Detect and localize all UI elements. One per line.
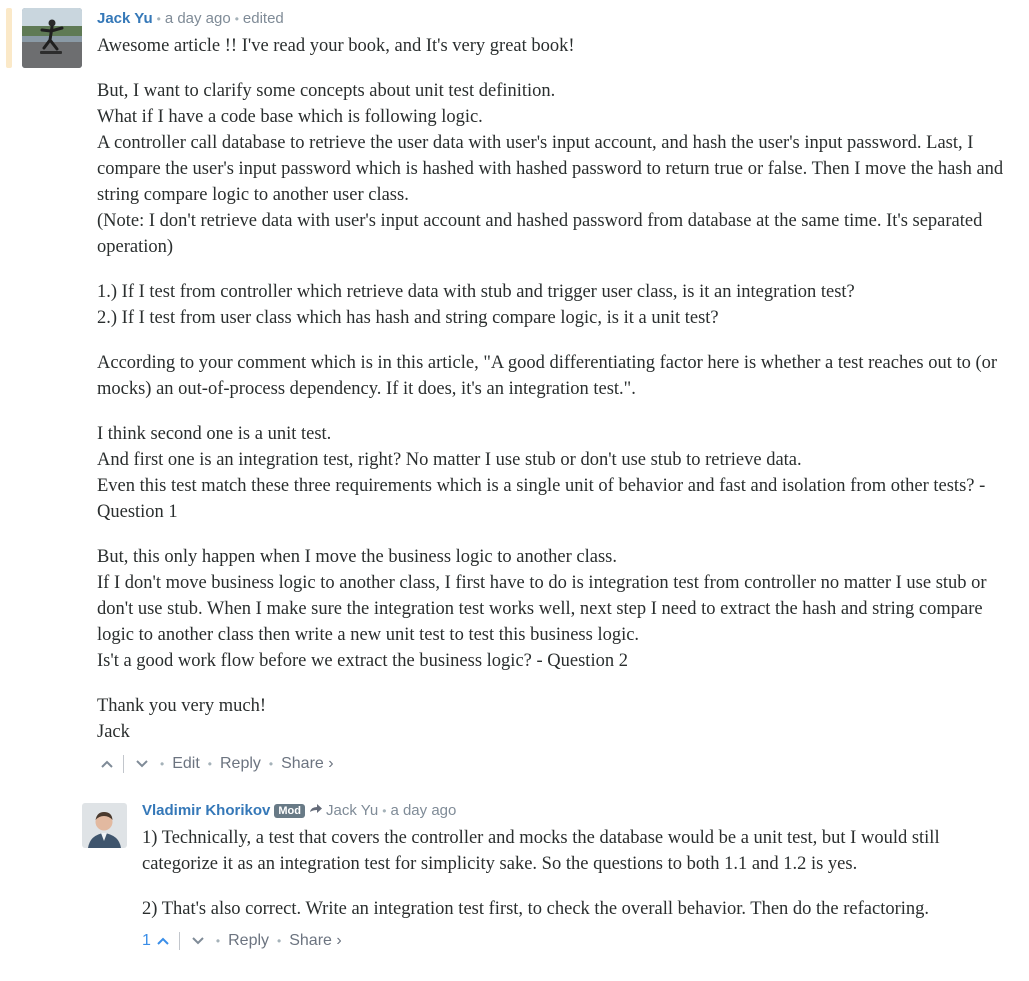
comment-jack-yu: Jack Yu • a day ago • edited Awesome article… (0, 0, 1029, 777)
reply-to-user[interactable]: Jack Yu (326, 802, 378, 819)
share-button[interactable]: Share › (289, 930, 341, 952)
chevron-up-icon (101, 760, 113, 768)
comment-paragraph: But, I want to clarify some concepts abo… (97, 81, 1004, 257)
separator-dot: • (234, 12, 239, 26)
reply-button[interactable]: Reply (220, 753, 261, 775)
new-comment-highlight (6, 8, 12, 68)
separator-dot: • (160, 757, 165, 771)
separator-dot: • (382, 804, 387, 818)
upvote-button[interactable] (153, 936, 173, 946)
reply-author[interactable]: Vladimir Khorikov (142, 802, 270, 819)
reply-paragraph: 2) That's also correct. Write an integra… (142, 899, 930, 919)
mod-badge: Mod (274, 804, 305, 818)
reply-body: 1) Technically, a test that covers the c… (142, 825, 1012, 922)
comment-timestamp[interactable]: a day ago (165, 10, 231, 27)
downvote-button[interactable] (188, 936, 208, 946)
separator-dot: • (156, 12, 161, 26)
comment-meta: Jack Yu • a day ago • edited (97, 9, 1029, 29)
vote-divider (178, 932, 180, 950)
chevron-up-icon (157, 937, 169, 945)
separator-dot: • (207, 757, 212, 771)
reply-arrow-icon (309, 802, 323, 819)
comment-paragraph: According to your comment which is in th… (97, 353, 998, 399)
vote-divider (123, 755, 124, 773)
reply-vladimir-khorikov: Vladimir Khorikov Mod Jack Yu • a day ago 1)… (82, 801, 1022, 954)
share-button[interactable]: Share › (281, 753, 333, 775)
edited-label: edited (242, 10, 284, 27)
upvote-button[interactable] (97, 759, 117, 769)
chevron-down-icon (136, 760, 148, 768)
upvote-count: 1 (142, 932, 151, 949)
reply-meta: Vladimir Khorikov Mod Jack Yu • a day ago (142, 801, 1022, 821)
downvote-button[interactable] (132, 759, 152, 769)
comment-paragraph: Thank you very much! Jack (97, 696, 267, 742)
edit-button[interactable]: Edit (172, 753, 200, 775)
avatar[interactable] (82, 803, 127, 848)
reply-actions: 1 • Reply • Share › (142, 928, 1022, 954)
comment-paragraph: Awesome article !! I've read your book, … (97, 36, 575, 56)
separator-dot: • (268, 757, 274, 771)
reply-paragraph: 1) Technically, a test that covers the c… (142, 828, 940, 874)
comment-thread: Jack Yu • a day ago • edited Awesome article… (0, 0, 1029, 950)
reply-button[interactable]: Reply (228, 930, 269, 952)
chevron-down-icon (192, 937, 204, 945)
comment-author[interactable]: Jack Yu (97, 10, 153, 27)
comment-actions: • Edit • Reply • Share › (97, 751, 1029, 777)
avatar[interactable] (22, 8, 82, 68)
separator-dot: • (215, 934, 221, 948)
comment-paragraph: But, this only happen when I move the bu… (97, 547, 987, 671)
reply-timestamp[interactable]: a day ago (390, 802, 456, 819)
comment-paragraph: 1.) If I test from controller which retr… (97, 282, 855, 328)
comment-body: Awesome article !! I've read your book, … (97, 33, 1017, 745)
comment-paragraph: I think second one is a unit test. And f… (97, 424, 986, 522)
separator-dot: • (277, 934, 282, 948)
